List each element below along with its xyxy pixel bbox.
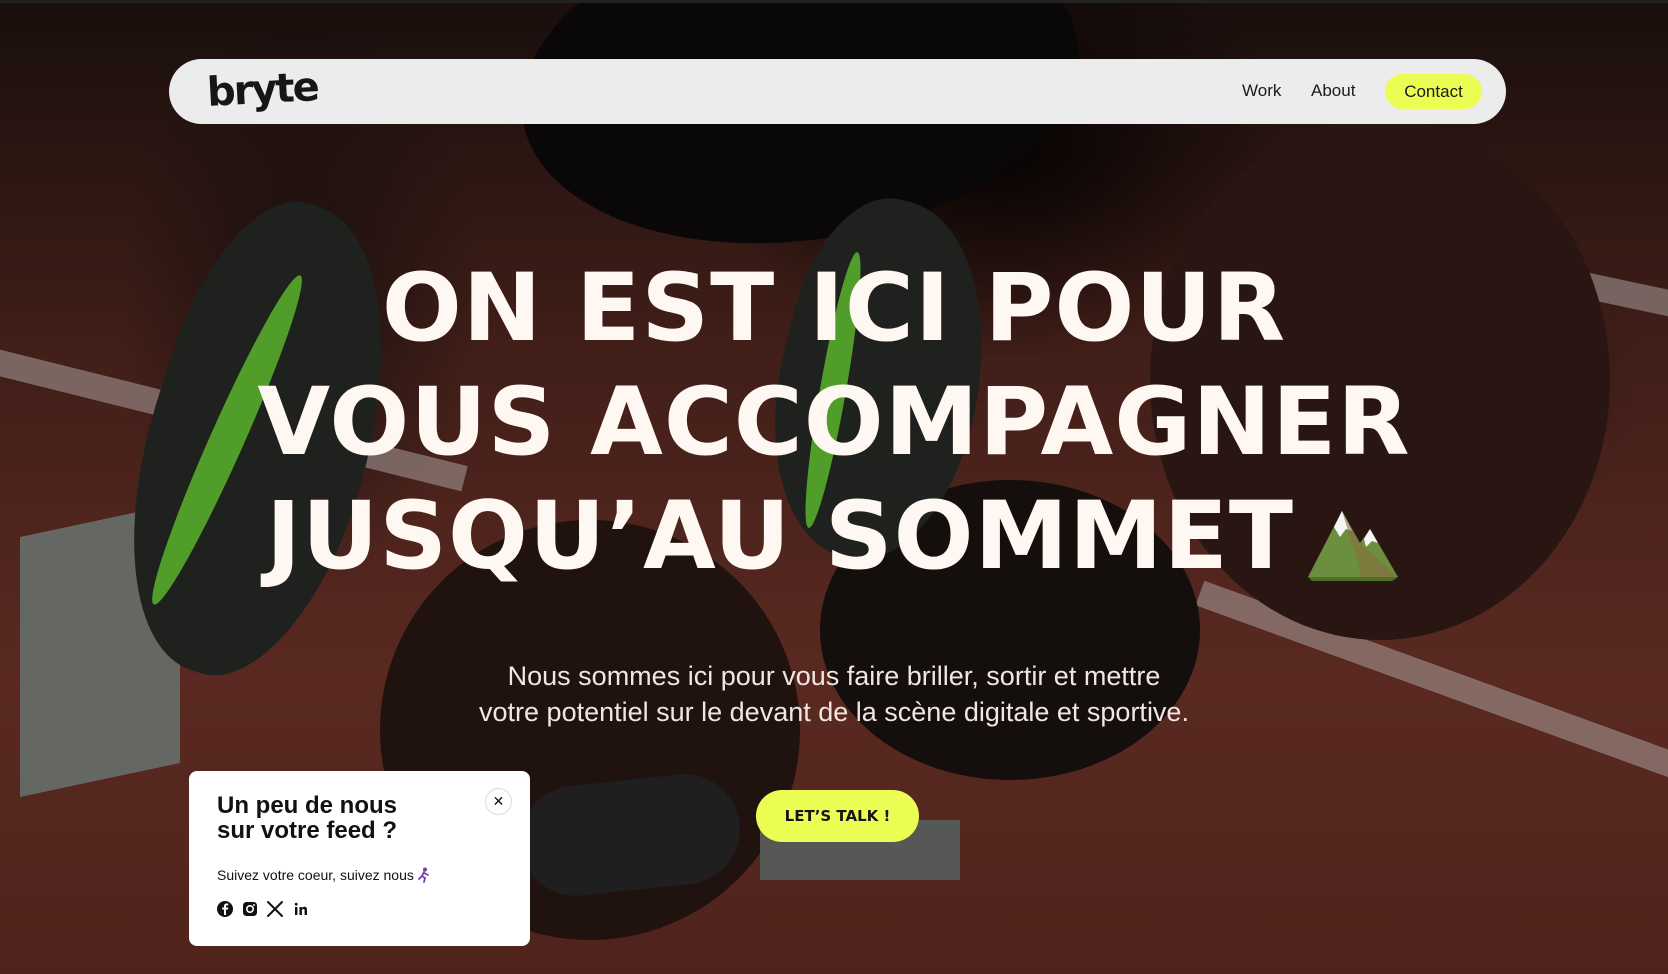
x-icon[interactable] xyxy=(266,900,284,918)
headline-line-with-icon: JUSQU’AU SOMMET xyxy=(0,480,1668,594)
popup-title-line: Un peu de nous xyxy=(217,792,397,819)
mountain-icon xyxy=(1302,503,1402,582)
nav-link-about[interactable]: About xyxy=(1311,81,1355,101)
hero-subtitle: Nous sommes ici pour vous faire briller,… xyxy=(0,658,1668,730)
lets-talk-button[interactable]: LET’S TALK ! xyxy=(756,790,919,842)
linkedin-icon[interactable] xyxy=(292,900,310,918)
instagram-icon[interactable] xyxy=(241,900,259,918)
runner-icon xyxy=(417,867,431,883)
nav-link-work[interactable]: Work xyxy=(1242,81,1281,101)
popup-text: Suivez votre coeur, suivez nous xyxy=(217,867,431,883)
brand-logo[interactable]: bryte xyxy=(206,64,319,116)
facebook-icon[interactable] xyxy=(216,900,234,918)
hero-headline: ON EST ICI POUR VOUS ACCOMPAGNER JUSQU’A… xyxy=(0,252,1668,594)
navbar: bryte Work About Contact xyxy=(169,59,1506,124)
headline-line: ON EST ICI POUR xyxy=(381,254,1287,363)
subtitle-line: votre potentiel sur le devant de la scèn… xyxy=(479,697,1189,727)
popup-title-line: sur votre feed ? xyxy=(217,817,398,844)
social-popup: Un peu de nous sur votre feed ? ✕ Suivez… xyxy=(189,771,530,946)
headline-line: JUSQU’AU SOMMET xyxy=(266,482,1294,591)
window-top-edge xyxy=(0,0,1668,3)
subtitle-line: Nous sommes ici pour vous faire briller,… xyxy=(507,661,1161,691)
popup-text-label: Suivez votre coeur, suivez nous xyxy=(217,867,414,883)
headline-line: VOUS ACCOMPAGNER xyxy=(257,368,1411,477)
contact-button[interactable]: Contact xyxy=(1385,74,1482,109)
close-icon[interactable]: ✕ xyxy=(485,788,512,815)
popup-title: Un peu de nous sur votre feed ? xyxy=(217,793,477,843)
